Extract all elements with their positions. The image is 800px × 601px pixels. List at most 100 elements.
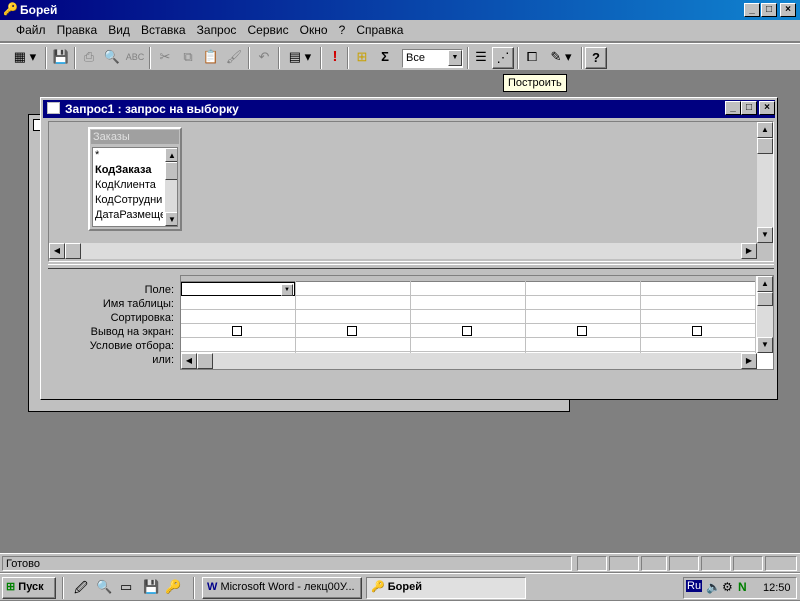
scroll-up-arrow-icon[interactable]: ▲	[757, 276, 773, 292]
menu-edit[interactable]: Правка	[53, 20, 102, 40]
scroll-left-arrow-icon[interactable]: ◀	[49, 243, 65, 259]
grid-hscroll[interactable]: ◀ ▶	[181, 353, 757, 369]
menu-window[interactable]: Окно	[296, 20, 332, 40]
menu-view[interactable]: Вид	[104, 20, 134, 40]
chevron-down-icon[interactable]: ▼	[281, 284, 293, 296]
scroll-up-arrow-icon[interactable]: ▲	[757, 122, 773, 138]
format-painter-icon[interactable]: 🖌	[223, 47, 245, 69]
scroll-right-arrow-icon[interactable]: ▶	[741, 353, 757, 369]
menu-file[interactable]: Файл	[12, 20, 50, 40]
sort-cell[interactable]	[526, 310, 640, 324]
show-checkbox[interactable]	[347, 326, 357, 336]
qbe-grid[interactable]: ▼ ▲ ▼ ◀ ▶	[180, 275, 774, 370]
menu-question[interactable]: ?	[335, 20, 350, 40]
scroll-right-arrow-icon[interactable]: ▶	[741, 243, 757, 259]
table-cell[interactable]	[641, 296, 755, 310]
field-item[interactable]: *	[93, 148, 163, 163]
quicklaunch-ie-icon[interactable]: 🖉	[74, 579, 88, 601]
menu-help[interactable]: Справка	[352, 20, 407, 40]
spelling-icon[interactable]: ABC	[124, 47, 146, 69]
show-checkbox[interactable]	[692, 326, 702, 336]
scroll-thumb[interactable]	[757, 138, 773, 154]
minimize-button[interactable]: _	[744, 3, 760, 17]
show-table-icon[interactable]: ⊞	[351, 47, 373, 69]
scroll-thumb[interactable]	[757, 292, 773, 306]
save-icon[interactable]: 💾	[50, 47, 72, 69]
criteria-cell[interactable]	[411, 338, 525, 352]
scheduler-icon[interactable]: ⚙	[722, 580, 733, 594]
field-cell[interactable]	[296, 282, 410, 296]
chevron-down-icon[interactable]: ▼	[448, 50, 462, 66]
clock[interactable]: 12:50	[763, 582, 791, 594]
run-icon[interactable]: !	[324, 47, 346, 69]
top-values-combo[interactable]: Все ▼	[402, 49, 463, 68]
field-item[interactable]: КодКлиента	[93, 178, 163, 193]
language-indicator[interactable]: Ru	[686, 580, 703, 592]
sort-cell[interactable]	[181, 310, 295, 324]
table-cell[interactable]	[296, 296, 410, 310]
scroll-up-arrow-icon[interactable]: ▲	[165, 148, 177, 162]
undo-icon[interactable]: ↶	[253, 47, 275, 69]
criteria-cell[interactable]	[296, 338, 410, 352]
field-list[interactable]: * КодЗаказа КодКлиента КодСотрудни ДатаР…	[92, 147, 178, 227]
field-cell[interactable]	[411, 282, 525, 296]
table-name[interactable]: Заказы	[91, 130, 179, 144]
sort-cell[interactable]	[641, 310, 755, 324]
totals-icon[interactable]: Σ	[374, 47, 396, 69]
build-icon[interactable]: ⋰	[492, 47, 514, 69]
field-cell[interactable]	[526, 282, 640, 296]
field-list-scrollbar[interactable]: ▲ ▼	[165, 148, 177, 226]
scroll-left-arrow-icon[interactable]: ◀	[181, 353, 197, 369]
scroll-down-arrow-icon[interactable]: ▼	[757, 227, 773, 243]
table-pane-hscroll[interactable]: ◀ ▶	[49, 243, 757, 259]
quicklaunch-key-icon[interactable]: 🔑	[165, 579, 181, 595]
scroll-thumb[interactable]	[65, 243, 81, 259]
scroll-down-arrow-icon[interactable]: ▼	[165, 212, 177, 226]
menu-query[interactable]: Запрос	[193, 20, 241, 40]
table-cell[interactable]	[526, 296, 640, 310]
network-icon[interactable]: N	[738, 580, 747, 594]
database-window-icon[interactable]: ⧠	[521, 47, 543, 69]
pane-splitter[interactable]	[48, 264, 774, 269]
view-icon[interactable]: ▦ ▾	[8, 47, 42, 69]
table-pane-vscroll[interactable]: ▲ ▼	[757, 122, 773, 243]
query-maximize-button[interactable]: □	[741, 101, 757, 115]
quicklaunch-desktop-icon[interactable]: ▭	[120, 579, 132, 595]
query-minimize-button[interactable]: _	[725, 101, 741, 115]
help-icon[interactable]: ?	[585, 47, 607, 69]
field-item-primary-key[interactable]: КодЗаказа	[93, 163, 163, 178]
table-field-list[interactable]: Заказы * КодЗаказа КодКлиента КодСотрудн…	[88, 127, 182, 231]
scroll-down-arrow-icon[interactable]: ▼	[757, 337, 773, 353]
cut-icon[interactable]: ✂	[154, 47, 176, 69]
taskbar-item-word[interactable]: W Microsoft Word - лекц00У...	[202, 577, 362, 599]
criteria-cell[interactable]	[641, 338, 755, 352]
menu-insert[interactable]: Вставка	[137, 20, 190, 40]
close-button[interactable]: ×	[780, 3, 796, 17]
field-cell[interactable]: ▼	[181, 282, 295, 296]
start-button[interactable]: ⊞ Пуск	[2, 577, 56, 599]
field-item[interactable]: КодСотрудни	[93, 193, 163, 208]
field-item[interactable]: ДатаРазмеще	[93, 208, 163, 223]
quicklaunch-outlook-icon[interactable]: 🔍	[96, 579, 112, 595]
new-object-icon[interactable]: ✎ ▾	[544, 47, 578, 69]
properties-icon[interactable]: ☰	[470, 47, 492, 69]
scroll-thumb[interactable]	[165, 162, 177, 180]
sort-cell[interactable]	[411, 310, 525, 324]
query-type-icon[interactable]: ▤ ▾	[283, 47, 317, 69]
volume-icon[interactable]: 🔈	[706, 580, 721, 594]
criteria-cell[interactable]	[181, 338, 295, 352]
grid-vscroll[interactable]: ▲ ▼	[757, 276, 773, 353]
show-checkbox[interactable]	[462, 326, 472, 336]
quicklaunch-save-icon[interactable]: 💾	[143, 579, 159, 595]
restore-button[interactable]: □	[761, 3, 777, 17]
table-pane[interactable]: Заказы * КодЗаказа КодКлиента КодСотрудн…	[48, 121, 774, 262]
scroll-thumb[interactable]	[197, 353, 213, 369]
table-cell[interactable]	[411, 296, 525, 310]
query-close-button[interactable]: ×	[759, 101, 775, 115]
sort-cell[interactable]	[296, 310, 410, 324]
table-cell[interactable]	[181, 296, 295, 310]
criteria-cell[interactable]	[526, 338, 640, 352]
print-preview-icon[interactable]: 🔍	[101, 47, 123, 69]
paste-icon[interactable]: 📋	[200, 47, 222, 69]
print-icon[interactable]: ⎙	[78, 47, 100, 69]
